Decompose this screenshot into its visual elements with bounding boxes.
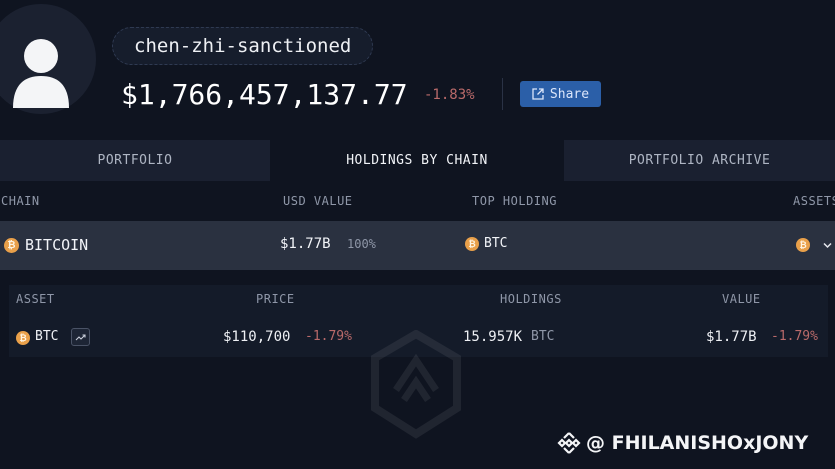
share-label: Share (549, 86, 590, 102)
share-button[interactable]: Share (520, 81, 601, 107)
binance-icon (557, 432, 581, 454)
chain-share: 100% (347, 237, 376, 251)
header-divider (502, 78, 503, 110)
watermark-text: @ FHILANISHOxJONY (586, 432, 809, 454)
header-price: PRICE (256, 292, 295, 306)
external-link-icon (532, 88, 544, 100)
chain-name: BITCOIN (25, 236, 89, 254)
asset-symbol: BTC (35, 329, 59, 344)
header-assets: ASSETS (793, 194, 835, 208)
header-asset: ASSET (16, 292, 55, 306)
header-holdings: HOLDINGS (500, 292, 562, 306)
trend-chart-icon (75, 333, 86, 340)
tab-holdings-by-chain[interactable]: HOLDINGS BY CHAIN (270, 140, 564, 181)
tab-portfolio[interactable]: PORTFOLIO (0, 140, 270, 181)
watermark: @ FHILANISHOxJONY (556, 430, 808, 456)
top-holding: BTC (484, 236, 508, 251)
wallet-name: chen-zhi-sanctioned (134, 35, 352, 57)
header-chain: CHAIN (1, 194, 40, 208)
avatar (0, 4, 96, 114)
asset-holdings-unit: BTC (531, 329, 555, 344)
asset-holdings: 15.957K (463, 329, 523, 345)
watermark-logo-icon (371, 330, 461, 439)
tab-portfolio-archive[interactable]: PORTFOLIO ARCHIVE (564, 140, 835, 181)
asset-price-change: -1.79% (305, 329, 352, 344)
table-row-bitcoin[interactable]: ₿ BITCOIN $1.77B 100% ₿ BTC ₿ (0, 221, 835, 270)
user-avatar-icon (13, 39, 69, 108)
asset-price: $110,700 (223, 329, 291, 345)
header-top-holding: TOP HOLDING (472, 194, 557, 208)
chain-usd-value: $1.77B (280, 236, 331, 252)
asset-value: $1.77B (706, 329, 757, 345)
asset-value-change: -1.79% (771, 329, 818, 344)
bitcoin-icon: ₿ (16, 331, 30, 345)
bitcoin-icon: ₿ (4, 238, 19, 253)
total-value: $1,766,457,137.77 (121, 78, 408, 111)
header-value: VALUE (722, 292, 761, 306)
tab-bar: PORTFOLIO HOLDINGS BY CHAIN PORTFOLIO AR… (0, 140, 835, 181)
trend-chart-button[interactable] (71, 328, 90, 346)
total-change: -1.83% (424, 87, 475, 103)
wallet-name-label: chen-zhi-sanctioned (112, 27, 374, 65)
bitcoin-icon: ₿ (796, 238, 810, 252)
chevron-down-icon[interactable] (822, 240, 833, 251)
header-usd-value: USD VALUE (283, 194, 353, 208)
bitcoin-icon: ₿ (465, 237, 479, 251)
